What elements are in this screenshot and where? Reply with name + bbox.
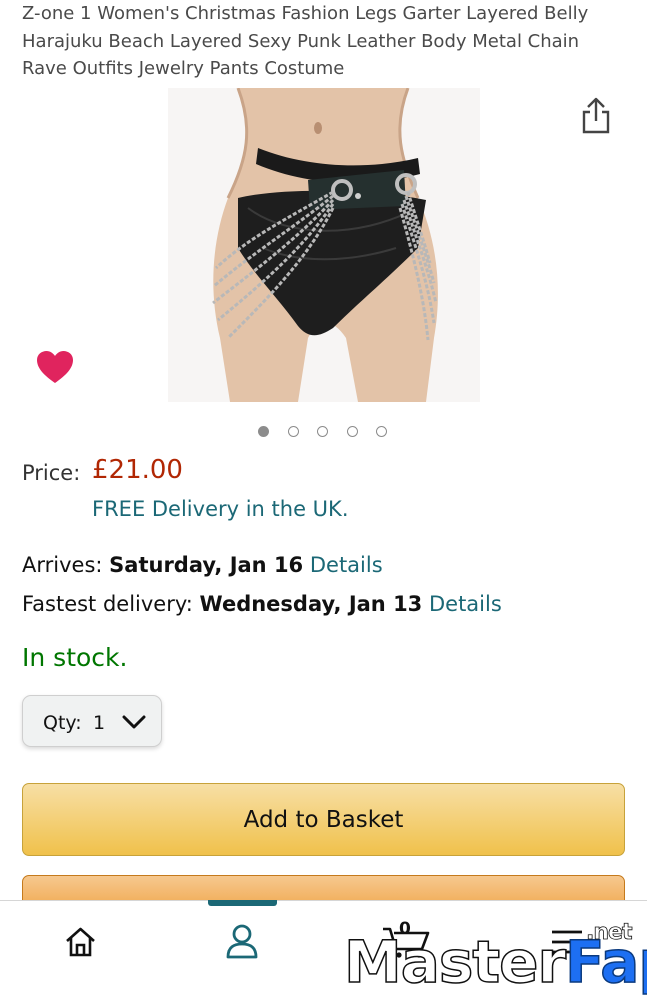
- quantity-value: 1: [93, 712, 106, 734]
- image-carousel-dots[interactable]: [0, 425, 647, 441]
- arrives-details-link[interactable]: Details: [310, 553, 383, 577]
- price-label: Price:: [22, 461, 81, 485]
- fastest-details-link[interactable]: Details: [429, 592, 502, 616]
- fastest-date: Wednesday, Jan 13: [199, 592, 423, 616]
- carousel-dot[interactable]: [347, 426, 358, 437]
- chevron-down-icon: [122, 715, 146, 729]
- heart-icon[interactable]: [36, 350, 74, 386]
- product-photo: [168, 88, 480, 402]
- arrives-date: Saturday, Jan 16: [109, 553, 304, 577]
- add-to-basket-button[interactable]: Add to Basket: [22, 783, 625, 856]
- watermark-master: Master: [343, 927, 567, 997]
- carousel-dot[interactable]: [376, 426, 387, 437]
- fastest-label: Fastest delivery:: [22, 592, 193, 616]
- carousel-dot[interactable]: [317, 426, 328, 437]
- quantity-label: Qty:: [43, 712, 82, 734]
- home-icon[interactable]: [64, 926, 97, 958]
- carousel-dot[interactable]: [288, 426, 299, 437]
- fastest-delivery-line: Fastest delivery: Wednesday, Jan 13 Deta…: [22, 592, 502, 616]
- product-image[interactable]: [168, 88, 480, 402]
- arrives-label: Arrives:: [22, 553, 103, 577]
- product-title: Z-one 1 Women's Christmas Fashion Legs G…: [22, 3, 589, 79]
- price-value: £21.00: [92, 455, 183, 485]
- free-delivery-link[interactable]: FREE Delivery in the UK.: [92, 497, 349, 521]
- active-tab-indicator: [208, 900, 277, 906]
- watermark: MasterFap .net: [343, 920, 647, 998]
- arrives-line: Arrives: Saturday, Jan 16 Details: [22, 553, 383, 577]
- carousel-dot[interactable]: [258, 426, 269, 437]
- account-icon[interactable]: [225, 923, 259, 959]
- share-icon[interactable]: [579, 97, 613, 135]
- stock-status: In stock.: [22, 643, 128, 672]
- quantity-select[interactable]: Qty: 1: [22, 695, 162, 747]
- watermark-net: .net: [586, 920, 633, 946]
